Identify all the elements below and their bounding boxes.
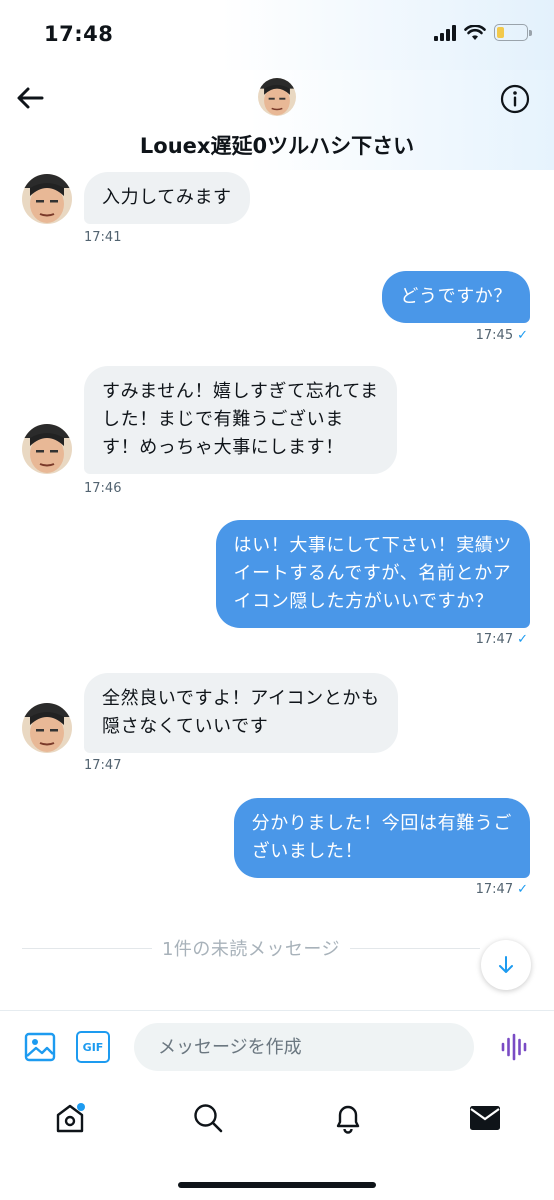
message-bubble[interactable]: 全然良いですよ！アイコンとかも 隠さなくていいです (84, 673, 398, 753)
arrow-left-icon (17, 87, 44, 109)
unread-label: 1件の未読メッセージ (161, 939, 341, 960)
message-line: 全然良いですよ！アイコンとかも (102, 688, 380, 709)
audio-wave-icon (501, 1033, 527, 1061)
timestamp-text: 17:47 (475, 632, 514, 647)
media-button[interactable] (24, 1031, 56, 1063)
message-line: はい！大事にして下さい！実績ツ (233, 535, 512, 556)
voice-message-button[interactable] (500, 1033, 528, 1061)
message-line: す！めっちゃ大事にします！ (102, 437, 344, 458)
message-bubble[interactable]: どうですか？ (382, 271, 530, 323)
message-line: ざいました！ (251, 841, 364, 862)
read-check-icon: ✓ (517, 328, 528, 343)
message-timestamp: 17:41 (84, 230, 122, 245)
signal-icon (434, 24, 456, 41)
timestamp-text: 17:47 (475, 882, 514, 897)
bell-icon (336, 1105, 360, 1134)
message-timestamp: 17:47 (84, 758, 122, 773)
image-icon (24, 1032, 56, 1062)
avatar[interactable] (22, 174, 72, 224)
message-line: 分かりました！今回は有難うご (251, 813, 512, 834)
avatar[interactable] (22, 424, 72, 474)
message-line: 隠さなくていいです (102, 716, 269, 737)
home-indicator (178, 1182, 376, 1188)
conversation-header: Louex遅延0ツルハシ下さい (0, 70, 554, 170)
info-button[interactable] (500, 84, 530, 114)
info-icon (500, 84, 530, 114)
status-bar: 17:48 (0, 0, 554, 70)
avatar[interactable] (22, 703, 72, 753)
tab-search[interactable] (188, 1098, 228, 1138)
message-bubble[interactable]: 入力してみます (84, 172, 250, 224)
status-icons (434, 24, 532, 41)
message-text: 入力してみます (102, 187, 232, 208)
read-check-icon: ✓ (517, 632, 528, 647)
gif-button[interactable]: GIF (76, 1031, 110, 1063)
conversation-title[interactable]: Louex遅延0ツルハシ下さい (0, 130, 554, 160)
envelope-icon (470, 1106, 500, 1130)
gif-label: GIF (82, 1040, 104, 1054)
message-line: イートするんですが、名前とかア (233, 563, 512, 584)
message-bubble[interactable]: 分かりました！今回は有難うご ざいました！ (233, 798, 530, 878)
message-timestamp: 17:46 (84, 481, 122, 496)
timestamp-text: 17:45 (475, 328, 514, 343)
message-input[interactable] (134, 1023, 474, 1071)
message-composer: GIF (0, 1010, 554, 1084)
avatar[interactable] (258, 78, 296, 116)
tab-messages[interactable] (465, 1098, 505, 1138)
read-check-icon: ✓ (517, 882, 528, 897)
message-bubble[interactable]: すみません！嬉しすぎて忘れてま した！まじで有難うございま す！めっちゃ大事にし… (84, 366, 397, 474)
tab-home[interactable] (50, 1098, 90, 1138)
tab-notifications[interactable] (328, 1098, 368, 1138)
battery-icon (494, 24, 532, 41)
message-text: どうですか？ (400, 286, 512, 307)
unread-divider: 1件の未読メッセージ (22, 936, 480, 960)
search-icon (194, 1104, 223, 1133)
home-icon (56, 1103, 85, 1133)
message-timestamp: 17:45 ✓ (476, 328, 528, 343)
back-button[interactable] (14, 84, 46, 112)
message-line: イコン隠した方がいいですか？ (233, 591, 494, 612)
message-timestamp: 17:47 ✓ (476, 632, 528, 647)
scroll-down-button[interactable] (481, 940, 531, 990)
message-line: した！まじで有難うございま (102, 409, 344, 430)
message-line: すみません！嬉しすぎて忘れてま (102, 381, 379, 402)
arrow-down-icon (499, 956, 513, 973)
bottom-tab-bar (0, 1084, 554, 1200)
wifi-icon (464, 24, 486, 40)
status-time: 17:48 (44, 22, 114, 46)
divider-line (350, 947, 480, 949)
message-bubble[interactable]: はい！大事にして下さい！実績ツ イートするんですが、名前とかア イコン隠した方が… (215, 520, 530, 628)
divider-line (22, 947, 152, 949)
message-timestamp: 17:47 ✓ (476, 882, 528, 897)
